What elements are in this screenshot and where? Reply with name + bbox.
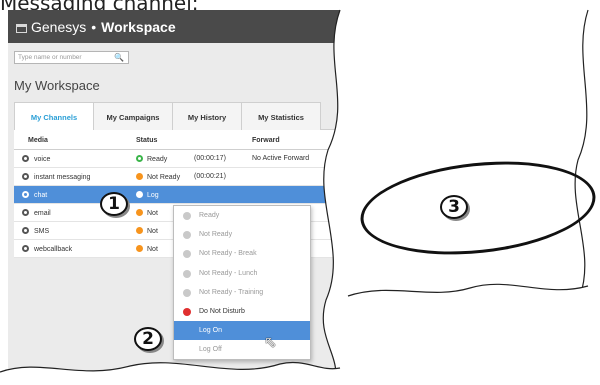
mouse-cursor-icon: ⬁ xyxy=(264,334,277,351)
callout-2: 2 xyxy=(134,327,162,351)
callout-3: 3 xyxy=(440,195,468,219)
callout-1: 1 xyxy=(100,192,128,216)
